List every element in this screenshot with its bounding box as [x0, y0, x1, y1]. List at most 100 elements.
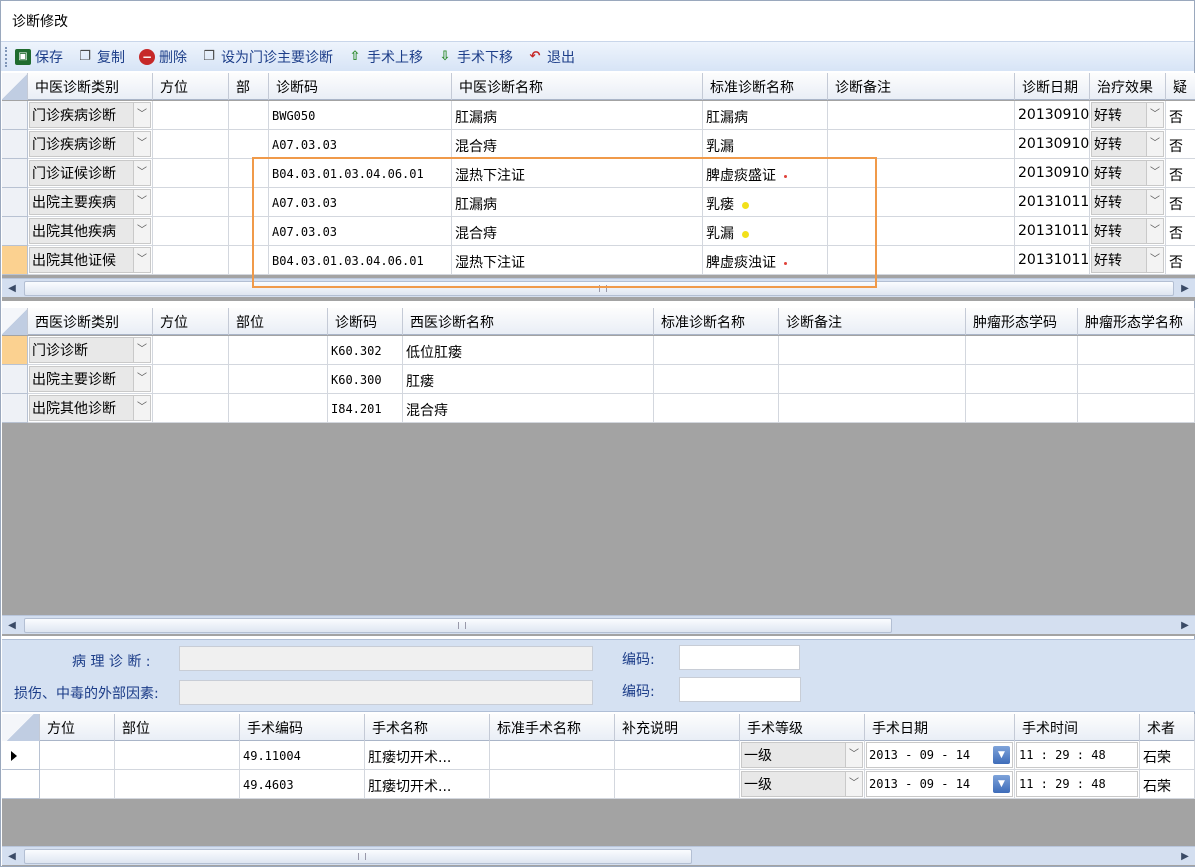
position-cell[interactable]: [40, 770, 115, 799]
column-header[interactable]: 中医诊断名称: [452, 73, 703, 100]
standard-diagnosis-cell[interactable]: 脾虚痰盛证: [703, 159, 828, 188]
part-cell[interactable]: [115, 770, 240, 799]
tumor-morphology-code-cell[interactable]: [966, 336, 1078, 365]
wm-diagnosis-name-cell[interactable]: 肛瘘: [403, 365, 654, 394]
tcm-diagnosis-name-cell[interactable]: 混合痔: [452, 130, 703, 159]
pathology-diagnosis-field[interactable]: [179, 646, 593, 671]
injury-cause-field[interactable]: [179, 680, 593, 705]
scroll-left-icon[interactable]: ◀: [3, 849, 21, 864]
diagnosis-code-cell[interactable]: A07.03.03: [269, 130, 452, 159]
scroll-left-icon[interactable]: ◀: [3, 281, 21, 296]
row-header[interactable]: [2, 741, 40, 770]
copy-button[interactable]: ❐ 复制: [77, 47, 125, 67]
standard-diagnosis-cell[interactable]: 乳漏: [703, 217, 828, 246]
column-header[interactable]: 术者: [1140, 714, 1195, 741]
set-primary-diagnosis-button[interactable]: ❐ 设为门诊主要诊断: [201, 47, 333, 67]
chevron-down-icon[interactable]: ﹀: [133, 161, 150, 185]
diagnosis-note-cell[interactable]: [779, 336, 966, 365]
treatment-effect-combo[interactable]: 好转 ﹀: [1090, 130, 1166, 159]
column-header[interactable]: 方位: [153, 308, 229, 335]
table-row[interactable]: 出院主要疾病 ﹀ A07.03.03 肛漏病 乳瘘 20131011 好转 ﹀ 否: [2, 188, 1195, 217]
table-row[interactable]: 门诊疾病诊断 ﹀ BWG050 肛漏病 肛漏病 20130910 好转 ﹀ 否: [2, 101, 1195, 130]
diagnosis-note-cell[interactable]: [828, 101, 1015, 130]
wm-diagnosis-name-cell[interactable]: 混合痔: [403, 394, 654, 423]
position-cell[interactable]: [153, 188, 229, 217]
diagnosis-note-cell[interactable]: [828, 159, 1015, 188]
standard-diagnosis-cell[interactable]: [654, 394, 779, 423]
doubtful-cell[interactable]: 否: [1166, 130, 1195, 159]
position-cell[interactable]: [153, 365, 229, 394]
diagnosis-category-combo[interactable]: 门诊证候诊断 ﹀: [28, 159, 153, 188]
diagnosis-date-cell[interactable]: 20131011: [1015, 246, 1090, 275]
surgery-level-combo[interactable]: 一级 ﹀: [740, 770, 865, 799]
supplement-cell[interactable]: [615, 770, 740, 799]
chevron-down-icon[interactable]: ﹀: [133, 219, 150, 243]
table-row[interactable]: 门诊疾病诊断 ﹀ A07.03.03 混合痔 乳漏 20130910 好转 ﹀ 否: [2, 130, 1195, 159]
diagnosis-code-cell[interactable]: A07.03.03: [269, 217, 452, 246]
position-cell[interactable]: [153, 101, 229, 130]
diagnosis-category-combo[interactable]: 出院其他证候 ﹀: [28, 246, 153, 275]
row-header[interactable]: [2, 394, 28, 423]
wm-diagnosis-category-combo[interactable]: 门诊诊断 ﹀: [28, 336, 153, 365]
delete-button[interactable]: − 删除: [139, 47, 187, 67]
diagnosis-code-cell[interactable]: I84.201: [328, 394, 403, 423]
chevron-down-icon[interactable]: ﹀: [133, 132, 150, 156]
doubtful-cell[interactable]: 否: [1166, 188, 1195, 217]
row-header[interactable]: [2, 188, 28, 217]
surgery-time-field[interactable]: 11 : 29 : 48: [1015, 741, 1140, 770]
treatment-effect-combo[interactable]: 好转 ﹀: [1090, 246, 1166, 275]
diagnosis-note-cell[interactable]: [828, 130, 1015, 159]
part-cell[interactable]: [115, 741, 240, 770]
diagnosis-note-cell[interactable]: [779, 365, 966, 394]
column-header[interactable]: 诊断码: [269, 73, 452, 100]
chevron-down-icon[interactable]: ﹀: [1146, 248, 1163, 272]
standard-diagnosis-cell[interactable]: 脾虚痰浊证: [703, 246, 828, 275]
scrollbar-thumb[interactable]: [24, 281, 1174, 296]
chevron-down-icon[interactable]: ﹀: [1146, 103, 1163, 127]
table-row[interactable]: 49.4603 肛瘘切开术... 一级 ﹀ 2013 - 09 - 14 ▼ 11 …: [2, 770, 1195, 799]
standard-surgery-name-cell[interactable]: [490, 741, 615, 770]
wm-grid-hscrollbar[interactable]: ◀ ▶: [2, 615, 1195, 634]
part-cell[interactable]: [229, 217, 269, 246]
wm-diagnosis-name-cell[interactable]: 低位肛瘘: [403, 336, 654, 365]
column-header[interactable]: 治疗效果: [1090, 73, 1166, 100]
diagnosis-code-cell[interactable]: B04.03.01.03.04.06.01: [269, 246, 452, 275]
chevron-down-icon[interactable]: ﹀: [845, 743, 862, 767]
chevron-down-icon[interactable]: ﹀: [133, 338, 150, 362]
column-header[interactable]: 部: [229, 73, 269, 100]
chevron-down-icon[interactable]: ﹀: [133, 190, 150, 214]
calendar-dropdown-icon[interactable]: ▼: [993, 775, 1010, 793]
pathology-code-field[interactable]: [679, 645, 800, 670]
diagnosis-category-combo[interactable]: 出院主要疾病 ﹀: [28, 188, 153, 217]
diagnosis-note-cell[interactable]: [828, 188, 1015, 217]
toolbar-grip[interactable]: [5, 46, 9, 67]
position-cell[interactable]: [40, 741, 115, 770]
part-cell[interactable]: [229, 394, 328, 423]
row-header[interactable]: [2, 217, 28, 246]
tumor-morphology-code-cell[interactable]: [966, 365, 1078, 394]
table-row[interactable]: 出院其他证候 ﹀ B04.03.01.03.04.06.01 湿热下注证 脾虚痰浊…: [2, 246, 1195, 275]
table-row[interactable]: 出院其他疾病 ﹀ A07.03.03 混合痔 乳漏 20131011 好转 ﹀ 否: [2, 217, 1195, 246]
position-cell[interactable]: [153, 394, 229, 423]
surgery-date-picker[interactable]: 2013 - 09 - 14 ▼: [865, 770, 1015, 799]
surgery-code-cell[interactable]: 49.4603: [240, 770, 365, 799]
scroll-left-icon[interactable]: ◀: [3, 618, 21, 633]
column-header[interactable]: 诊断备注: [828, 73, 1015, 100]
tcm-diagnosis-name-cell[interactable]: 混合痔: [452, 217, 703, 246]
diagnosis-code-cell[interactable]: K60.302: [328, 336, 403, 365]
scroll-right-icon[interactable]: ▶: [1176, 618, 1194, 633]
diagnosis-code-cell[interactable]: B04.03.01.03.04.06.01: [269, 159, 452, 188]
column-header[interactable]: 标准诊断名称: [703, 73, 828, 100]
part-cell[interactable]: [229, 246, 269, 275]
wm-diagnosis-category-combo[interactable]: 出院主要诊断 ﹀: [28, 365, 153, 394]
chevron-down-icon[interactable]: ﹀: [133, 103, 150, 127]
diagnosis-date-cell[interactable]: 20130910: [1015, 159, 1090, 188]
chevron-down-icon[interactable]: ﹀: [1146, 190, 1163, 214]
chevron-down-icon[interactable]: ﹀: [133, 248, 150, 272]
row-header[interactable]: [2, 130, 28, 159]
standard-diagnosis-cell[interactable]: [654, 365, 779, 394]
diagnosis-category-combo[interactable]: 门诊疾病诊断 ﹀: [28, 101, 153, 130]
scrollbar-thumb[interactable]: [24, 618, 892, 633]
doubtful-cell[interactable]: 否: [1166, 101, 1195, 130]
tcm-diagnosis-name-cell[interactable]: 湿热下注证: [452, 246, 703, 275]
